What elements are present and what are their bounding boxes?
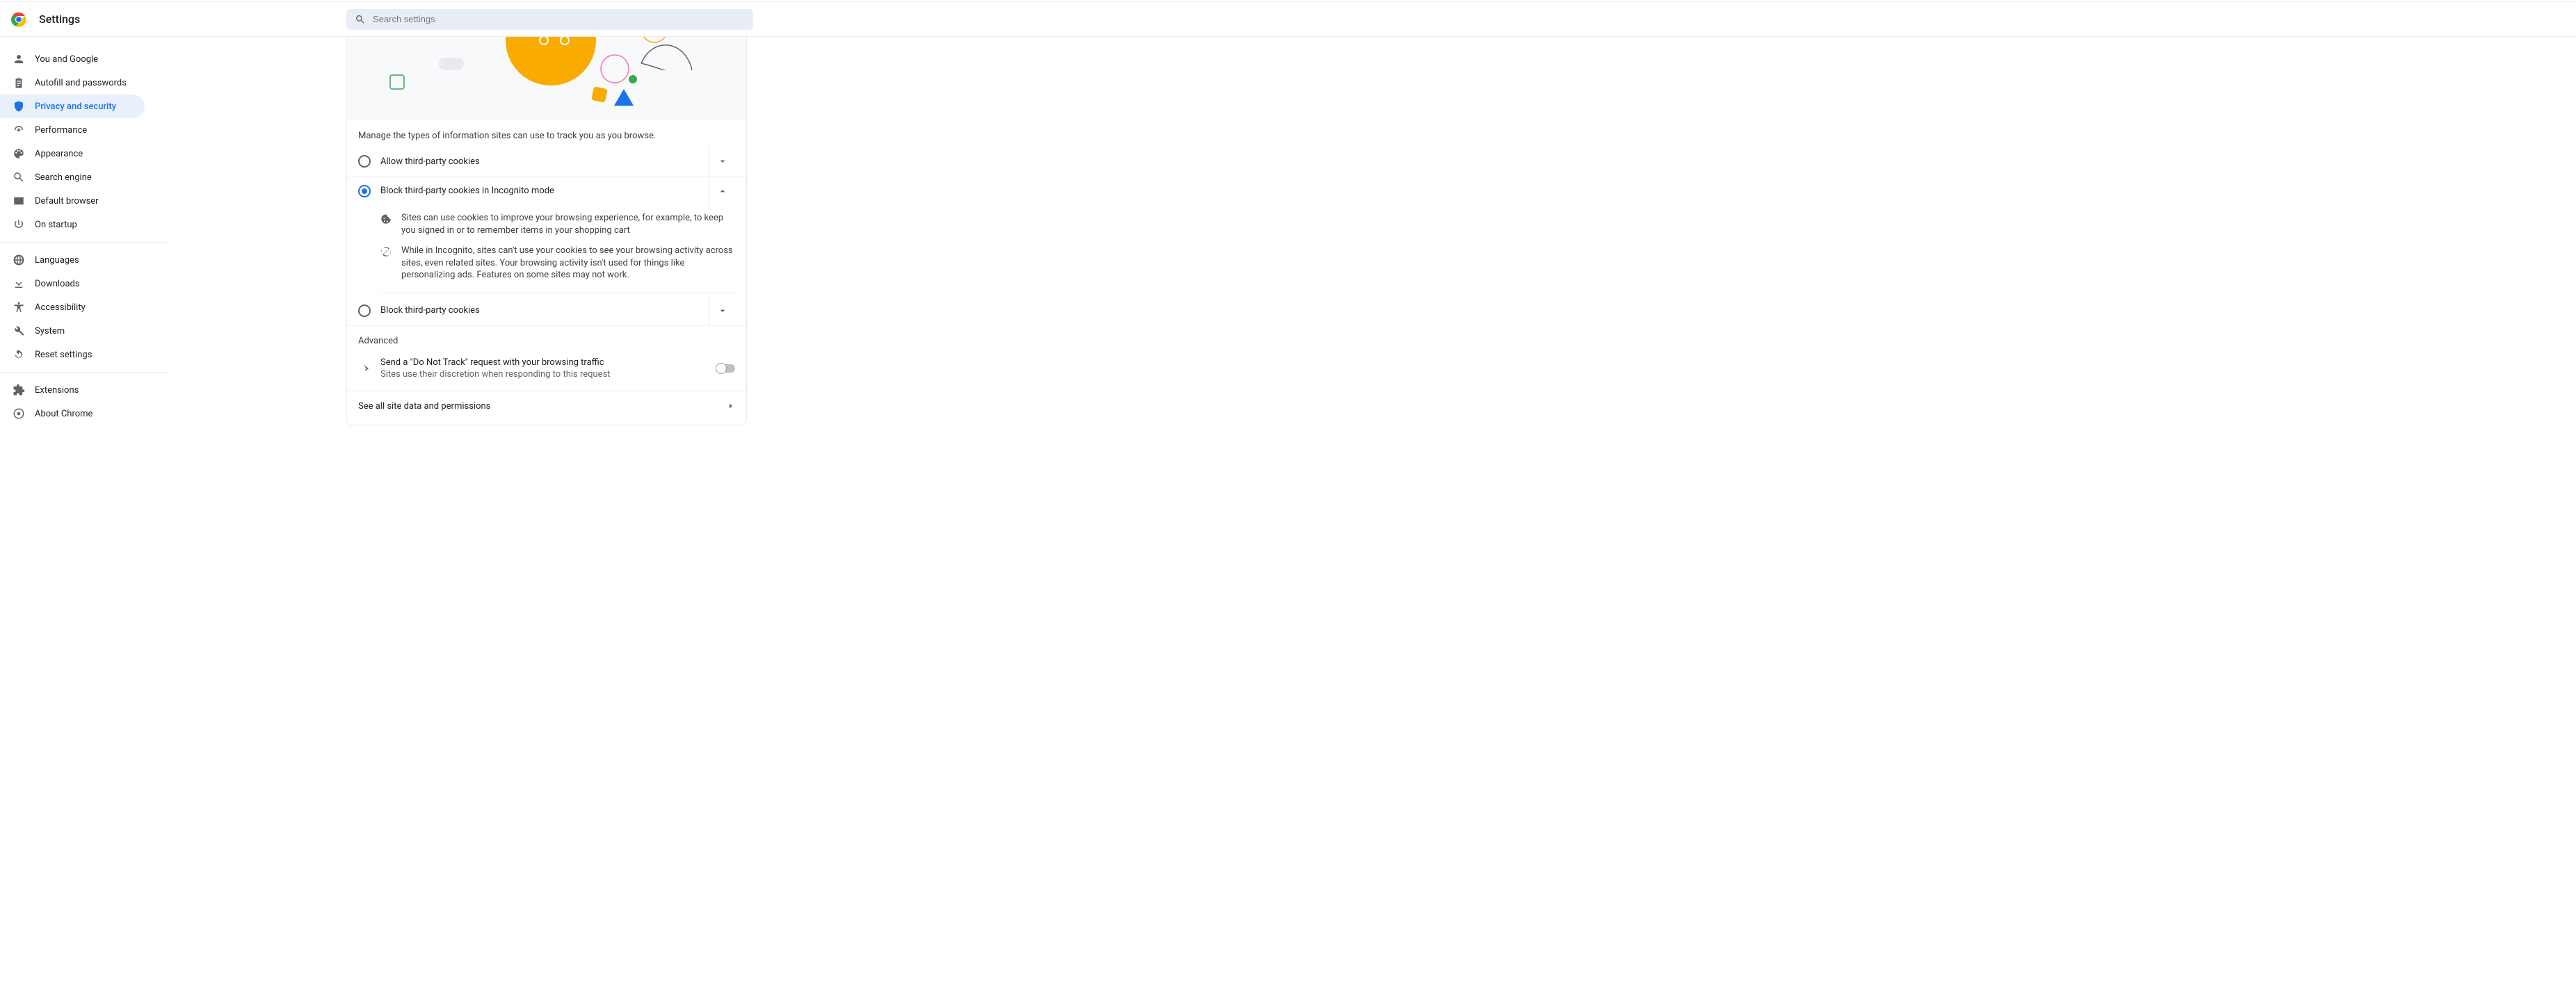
dnt-row[interactable]: Send a "Do Not Track" request with your … xyxy=(347,350,746,391)
download-icon xyxy=(13,277,25,290)
sidebar-item-label: Privacy and security xyxy=(35,101,116,112)
sidebar-item-label: Appearance xyxy=(35,149,83,159)
sidebar: You and Google Autofill and passwords Priv… xyxy=(0,37,167,425)
cookie-option-2[interactable]: Block third-party cookies xyxy=(347,296,746,325)
globe-icon xyxy=(13,254,25,266)
header: Settings xyxy=(0,2,2576,37)
option-label: Allow third-party cookies xyxy=(380,156,709,167)
chevron-down-icon xyxy=(717,156,728,167)
shield-icon xyxy=(13,100,25,113)
expand-button[interactable] xyxy=(709,177,735,205)
detail-text: While in Incognito, sites can't use your… xyxy=(401,245,735,282)
chevron-right-icon xyxy=(727,402,735,410)
sidebar-item-appearance[interactable]: Appearance xyxy=(0,142,145,165)
cookie-option-0[interactable]: Allow third-party cookies xyxy=(347,147,746,176)
search-icon xyxy=(355,14,366,25)
clipboard-icon xyxy=(13,76,25,89)
gauge-icon xyxy=(13,124,25,136)
browser-icon xyxy=(13,195,25,207)
sidebar-item-label: Extensions xyxy=(35,385,79,396)
page-title: Settings xyxy=(39,13,80,26)
sidebar-item-autofill-and-passwords[interactable]: Autofill and passwords xyxy=(0,71,145,95)
sidebar-item-label: Languages xyxy=(35,255,79,266)
see-all-label: See all site data and permissions xyxy=(358,401,490,412)
block-icon xyxy=(380,245,393,282)
sidebar-item-label: Reset settings xyxy=(35,350,92,360)
person-icon xyxy=(13,53,25,65)
dnt-toggle[interactable] xyxy=(717,364,735,373)
option-details: Sites can use cookies to improve your br… xyxy=(347,205,746,296)
chevron-up-icon xyxy=(717,186,728,197)
dnt-title: Send a "Do Not Track" request with your … xyxy=(380,357,717,368)
a11y-icon xyxy=(13,301,25,314)
chrome-logo-icon xyxy=(11,12,26,27)
sidebar-item-label: System xyxy=(35,326,65,336)
sidebar-item-default-browser[interactable]: Default browser xyxy=(0,189,145,213)
radio-icon xyxy=(358,304,371,317)
sidebar-item-label: About Chrome xyxy=(35,409,92,419)
sidebar-item-label: Accessibility xyxy=(35,302,86,313)
sidebar-item-system[interactable]: System xyxy=(0,319,145,343)
sidebar-item-label: Default browser xyxy=(35,196,99,206)
advanced-header: Advanced xyxy=(347,325,746,350)
expand-button[interactable] xyxy=(709,147,735,176)
sidebar-item-downloads[interactable]: Downloads xyxy=(0,272,145,295)
sidebar-item-accessibility[interactable]: Accessibility xyxy=(0,295,145,319)
sidebar-item-label: Search engine xyxy=(35,172,92,183)
detail-text: Sites can use cookies to improve your br… xyxy=(401,212,735,236)
wrench-icon xyxy=(13,325,25,337)
sidebar-item-label: You and Google xyxy=(35,54,98,65)
settings-card: Manage the types of information sites ca… xyxy=(346,37,747,425)
cookie-icon xyxy=(380,212,393,236)
power-icon xyxy=(13,218,25,231)
sidebar-item-label: On startup xyxy=(35,220,77,230)
sidebar-item-extensions[interactable]: Extensions xyxy=(0,378,145,402)
option-label: Block third-party cookies in Incognito m… xyxy=(380,186,709,196)
chevron-down-icon xyxy=(717,305,728,316)
sidebar-item-you-and-google[interactable]: You and Google xyxy=(0,47,145,71)
palette-icon xyxy=(13,147,25,160)
expand-button[interactable] xyxy=(709,296,735,325)
sidebar-item-label: Downloads xyxy=(35,279,80,289)
search-input[interactable] xyxy=(373,14,745,24)
sidebar-item-search-engine[interactable]: Search engine xyxy=(0,165,145,189)
dnt-sub: Sites use their discretion when respondi… xyxy=(380,369,717,380)
sidebar-item-on-startup[interactable]: On startup xyxy=(0,213,145,236)
sidebar-item-performance[interactable]: Performance xyxy=(0,118,145,142)
chrome-icon xyxy=(13,407,25,420)
radio-icon xyxy=(358,155,371,168)
sidebar-item-label: Autofill and passwords xyxy=(35,78,127,88)
sidebar-item-about-chrome[interactable]: About Chrome xyxy=(0,402,145,425)
section-description: Manage the types of information sites ca… xyxy=(347,120,746,147)
radio-icon xyxy=(358,185,371,197)
arrow-icon xyxy=(358,362,371,375)
option-label: Block third-party cookies xyxy=(380,305,709,316)
cookie-option-1[interactable]: Block third-party cookies in Incognito m… xyxy=(347,176,746,205)
puzzle-icon xyxy=(13,384,25,396)
sidebar-item-languages[interactable]: Languages xyxy=(0,248,145,272)
sidebar-item-reset-settings[interactable]: Reset settings xyxy=(0,343,145,366)
see-all-site-data-link[interactable]: See all site data and permissions xyxy=(347,391,746,421)
sidebar-item-privacy-and-security[interactable]: Privacy and security xyxy=(0,95,145,118)
reset-icon xyxy=(13,348,25,361)
search-settings[interactable] xyxy=(346,9,753,30)
search-icon xyxy=(13,171,25,184)
sidebar-item-label: Performance xyxy=(35,125,87,136)
hero-illustration xyxy=(347,37,746,120)
